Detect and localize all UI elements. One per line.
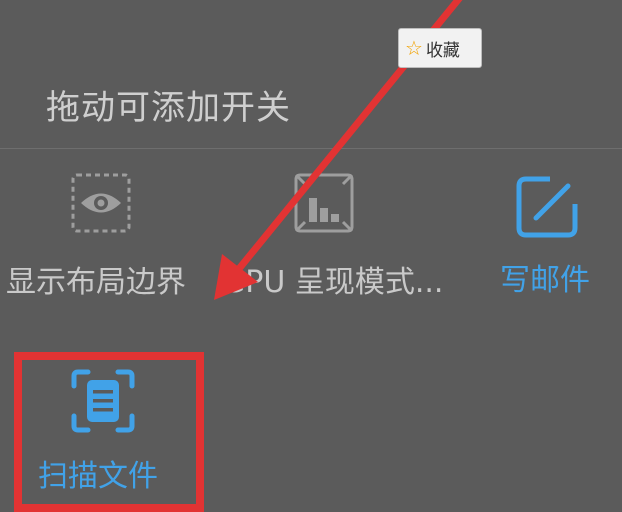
tile-show-layout-bounds[interactable]: 显示布局边界 [0, 160, 210, 310]
tile-gpu-rendering[interactable]: GPU 呈现模式... [210, 160, 444, 310]
section-divider [0, 148, 622, 149]
highlight-box [14, 352, 204, 512]
tile-write-email[interactable]: 写邮件 [440, 160, 622, 310]
star-outline-icon: ☆ [405, 36, 423, 60]
gpu-bar-chart-icon [294, 173, 354, 233]
eye-icon [71, 173, 131, 233]
tile-label: GPU 呈现模式... [222, 265, 444, 300]
section-header: 拖动可添加开关 [46, 88, 291, 128]
favorite-label: 收藏 [425, 40, 460, 61]
tile-label: 显示布局边界 [6, 265, 186, 300]
compose-icon [516, 176, 578, 238]
favorite-chip[interactable]: ☆ 收藏 [398, 28, 482, 68]
tile-label: 写邮件 [500, 263, 590, 298]
